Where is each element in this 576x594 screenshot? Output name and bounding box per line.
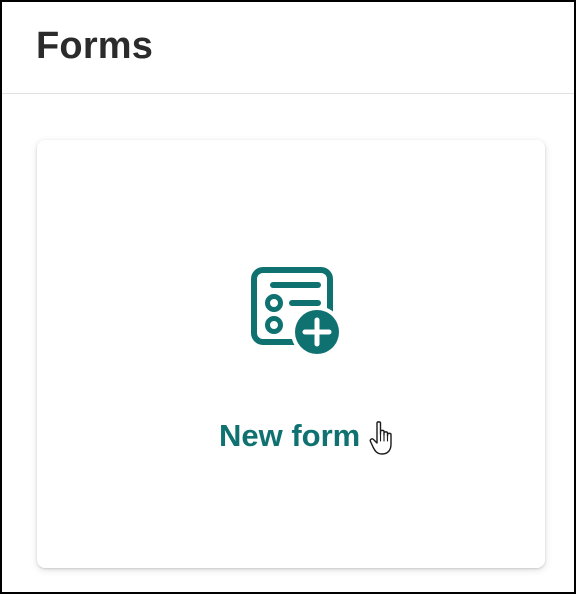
page-title: Forms bbox=[36, 25, 154, 67]
hand-pointer-icon bbox=[369, 421, 392, 455]
new-form-card[interactable]: New form bbox=[37, 140, 545, 568]
new-form-label-row: New form bbox=[37, 416, 545, 456]
new-form-label[interactable]: New form bbox=[219, 416, 360, 456]
page-header: Forms bbox=[2, 2, 574, 94]
forms-window: Forms New form bbox=[0, 0, 576, 594]
new-form-icon bbox=[251, 267, 343, 358]
